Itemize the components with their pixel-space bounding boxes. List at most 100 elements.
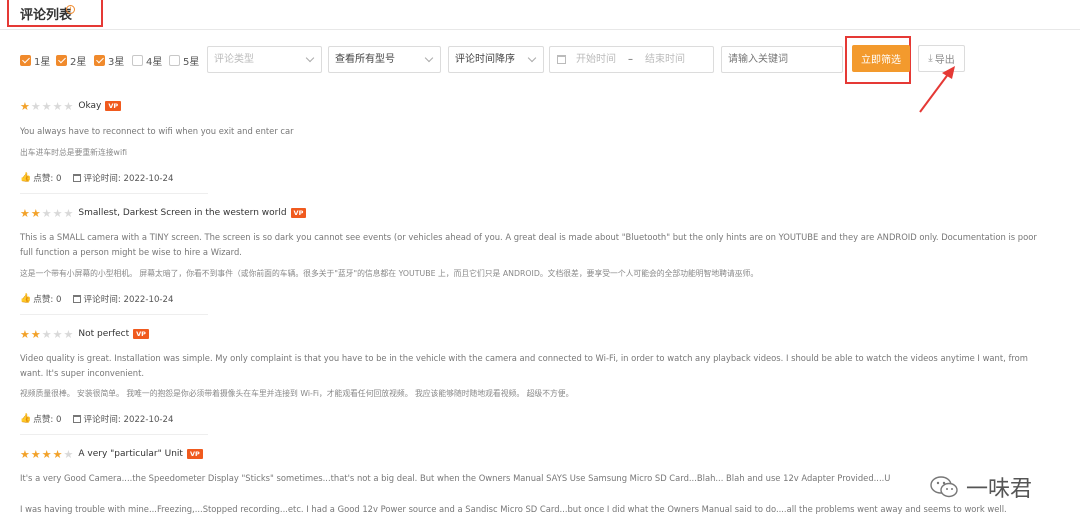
review-time: 评论时间: 2022-10-24	[83, 415, 174, 425]
star-filter-5[interactable]: 5星	[169, 53, 200, 68]
review-item: ★ ★ ★ ★ ★ Smallest, Darkest Screen in the we…	[20, 206, 1080, 312]
checkbox-3-star[interactable]	[94, 54, 105, 66]
star-rating: ★ ★ ★ ★ ★	[20, 329, 73, 340]
review-text-en-line2: I was having trouble with mine...Freezin…	[20, 504, 1007, 514]
star-icon: ★	[52, 447, 63, 461]
review-text-en-line2: want. It's super inconvenient.	[20, 368, 145, 378]
thumbs-up-icon[interactable]: 👍	[20, 294, 31, 304]
review-text-en-line2: full function a person might be wise to …	[20, 247, 242, 257]
star-icon: ★	[52, 327, 63, 341]
star-icon: ★	[41, 327, 52, 341]
review-header: ★ ★ ★ ★ ★ A very "particular" Unit VP	[20, 447, 203, 461]
vp-badge: VP	[186, 449, 203, 459]
star-icon: ★	[30, 99, 41, 113]
star-rating: ★ ★ ★ ★ ★	[20, 208, 73, 219]
star-rating: ★ ★ ★ ★ ★	[20, 101, 73, 112]
chevron-down-icon	[527, 53, 537, 63]
review-header: ★ ★ ★ ★ ★ Not perfect VP	[20, 327, 149, 341]
review-title: Smallest, Darkest Screen in the western …	[78, 208, 287, 218]
page-title: 评论列表	[20, 8, 73, 23]
review-divider	[20, 314, 208, 315]
star-icon: ★	[41, 447, 52, 461]
checkbox-label: 4星	[146, 56, 163, 68]
review-item: ★ ★ ★ ★ ★ A very "particular" Unit VP It's a…	[20, 447, 1080, 532]
star-icon: ★	[41, 99, 52, 113]
review-title: Okay	[78, 101, 102, 111]
like-count: 点赞: 0	[33, 174, 62, 184]
export-button-label: 导出	[934, 55, 955, 66]
star-icon: ★	[30, 327, 41, 341]
checkbox-5-star[interactable]	[169, 54, 180, 66]
comment-type-select[interactable]: 评论类型	[207, 46, 322, 73]
star-icon: ★	[20, 447, 30, 461]
download-icon: ⤓	[928, 53, 933, 64]
sort-select-value: 评论时间降序	[455, 54, 515, 65]
filter-button[interactable]: 立即筛选	[852, 45, 910, 72]
thumbs-up-icon[interactable]: 👍	[20, 414, 31, 424]
star-filter-3[interactable]: 3星	[94, 53, 125, 68]
star-icon: ★	[30, 447, 41, 461]
checkbox-1-star[interactable]	[20, 54, 31, 66]
watermark: 一味君	[930, 470, 1060, 504]
star-filter-4[interactable]: 4星	[132, 53, 163, 68]
model-select-value: 查看所有型号	[335, 54, 395, 65]
star-icon: ★	[63, 327, 74, 341]
chevron-down-icon	[424, 53, 434, 63]
checkbox-4-star[interactable]	[132, 54, 143, 66]
checkbox-label: 3星	[108, 56, 125, 68]
date-separator: –	[628, 54, 633, 65]
keyword-input[interactable]	[721, 46, 843, 73]
info-circle-icon[interactable]: i	[66, 5, 75, 14]
page-header: 评论列表 i	[0, 0, 1080, 30]
checkbox-label: 5星	[183, 56, 200, 68]
review-item: ★ ★ ★ ★ ★ Okay VP You always have to reconne…	[20, 99, 1080, 189]
review-title: A very "particular" Unit	[78, 449, 183, 459]
review-item: ★ ★ ★ ★ ★ Not perfect VP Video quality is gr…	[20, 327, 1080, 433]
star-icon: ★	[63, 206, 74, 220]
vp-badge: VP	[133, 329, 149, 339]
chevron-down-icon	[305, 53, 315, 63]
checkbox-2-star[interactable]	[56, 54, 67, 66]
review-text-en: You always have to reconnect to wifi whe…	[20, 126, 294, 136]
review-text-zh: 这是一个带有小屏幕的小型相机。 屏幕太暗了，你看不到事件（或你前面的车辆。很多关…	[20, 269, 759, 278]
watermark-text: 一味君	[966, 477, 1033, 502]
review-time: 评论时间: 2022-10-24	[83, 295, 174, 305]
star-icon: ★	[63, 447, 74, 461]
model-select[interactable]: 查看所有型号	[328, 46, 441, 73]
review-time: 评论时间: 2022-10-24	[83, 174, 174, 184]
star-filter-1[interactable]: 1星	[20, 53, 51, 68]
wechat-icon	[930, 476, 958, 498]
star-icon: ★	[20, 206, 30, 220]
review-meta: 👍 点赞: 0 评论时间: 2022-10-24	[20, 293, 173, 305]
calendar-icon	[557, 55, 566, 64]
review-text-en: Video quality is great. Installation was…	[20, 353, 1028, 363]
review-header: ★ ★ ★ ★ ★ Smallest, Darkest Screen in the we…	[20, 206, 307, 220]
review-text-en: It's a very Good Camera....the Speedomet…	[20, 473, 891, 483]
review-title: Not perfect	[78, 329, 130, 339]
star-icon: ★	[63, 99, 74, 113]
review-header: ★ ★ ★ ★ ★ Okay VP	[20, 99, 122, 113]
like-count: 点赞: 0	[33, 415, 62, 425]
sort-select[interactable]: 评论时间降序	[448, 46, 544, 73]
review-meta: 👍 点赞: 0 评论时间: 2022-10-24	[20, 172, 173, 184]
calendar-icon	[72, 415, 81, 423]
calendar-icon	[72, 295, 81, 303]
star-icon: ★	[20, 327, 30, 341]
date-end-placeholder: 结束时间	[645, 54, 685, 65]
review-text-en: This is a SMALL camera with a TINY scree…	[20, 232, 1037, 242]
review-text-zh: 视频质量很棒。 安装很简单。 我唯一的抱怨是你必须带着摄像头在车里并连接到 Wi…	[20, 389, 574, 398]
star-filter-2[interactable]: 2星	[56, 53, 86, 68]
calendar-icon	[72, 174, 81, 182]
vp-badge: VP	[290, 208, 307, 218]
checkbox-label: 1星	[34, 56, 51, 68]
review-divider	[20, 193, 208, 194]
comment-type-placeholder: 评论类型	[214, 54, 254, 65]
date-range-picker[interactable]: 开始时间 – 结束时间	[549, 46, 714, 73]
star-icon: ★	[20, 99, 30, 113]
review-divider	[20, 434, 208, 435]
star-icon: ★	[52, 99, 63, 113]
vp-badge: VP	[105, 101, 122, 111]
thumbs-up-icon[interactable]: 👍	[20, 173, 31, 183]
date-start-placeholder: 开始时间	[576, 54, 616, 65]
star-icon: ★	[52, 206, 63, 220]
